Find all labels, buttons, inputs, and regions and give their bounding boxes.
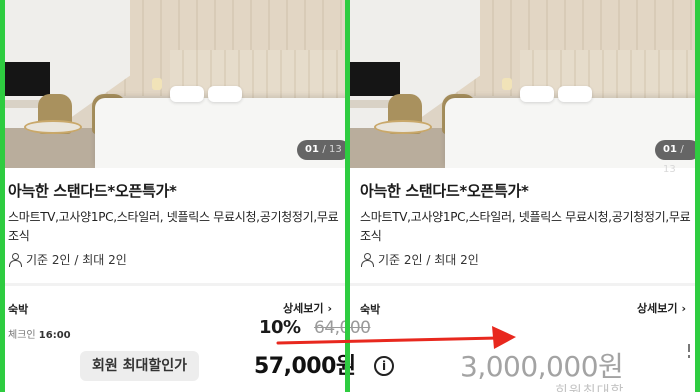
chevron-right-icon: › (681, 302, 687, 315)
final-price: 57,000원 (254, 354, 356, 379)
capacity-text: 기준 2인 / 최대 2인 (378, 253, 479, 267)
room-amenities: 스마트TV,고사양1PC,스타일러, 넷플릭스 무료시청,공기청정기,무료조식 (8, 210, 339, 243)
photo-counter: 01 / 13 (297, 140, 350, 160)
checkin-time: 16:00 (38, 330, 71, 341)
room-title[interactable]: 아늑한 스탠다드*오픈특가* (8, 180, 177, 201)
discount-rate: 10% (259, 317, 301, 338)
stay-type-label: 숙박 (360, 303, 381, 316)
person-icon (8, 253, 22, 267)
photo-counter: 01 / 13 (655, 140, 700, 175)
room-photo[interactable] (350, 0, 700, 168)
checkin-info: 체크인 16:00 (8, 326, 71, 341)
photo-counter-total: / 13 (322, 144, 342, 155)
detail-link-label: 상세보기 (283, 302, 324, 315)
chevron-right-icon: › (327, 302, 333, 315)
detail-link[interactable]: 상세보기 › (637, 300, 686, 316)
section-divider (350, 283, 700, 286)
capacity-text: 기준 2인 / 최대 2인 (26, 253, 127, 267)
cropped-label: 회원최대할 (555, 384, 625, 392)
photo-counter-current: 01 (663, 144, 677, 155)
member-discount-badge: 회원 최대할인가 (80, 351, 200, 381)
room-capacity: 기준 2인 / 최대 2인 (360, 251, 479, 268)
changed-price: 3,000,000원 (460, 350, 624, 383)
stay-type-label: 숙박 (8, 303, 29, 316)
room-capacity: 기준 2인 / 최대 2인 (8, 251, 127, 268)
checkin-label: 체크인 (8, 330, 36, 341)
photo-counter-current: 01 (305, 144, 319, 155)
room-title[interactable]: 아늑한 스탠다드*오픈특가* (360, 180, 529, 201)
detail-link-label: 상세보기 (637, 302, 678, 315)
frame-border-left (0, 0, 5, 392)
room-photo[interactable] (0, 0, 350, 168)
frame-border-divider (345, 0, 350, 392)
detail-link[interactable]: 상세보기 › (283, 300, 332, 316)
person-icon (360, 253, 374, 267)
frame-border-right (695, 0, 700, 392)
listing-card-after: 01 / 13 아늑한 스탠다드*오픈특가* 스마트TV,고사양1PC,스타일러… (350, 0, 700, 392)
section-divider (0, 283, 350, 286)
cropped-edge-mark (688, 344, 690, 358)
original-price: 64,000 (314, 318, 371, 338)
info-icon[interactable]: i (374, 356, 394, 376)
room-amenities: 스마트TV,고사양1PC,스타일러, 넷플릭스 무료시청,공기청정기,무료조식 (360, 210, 691, 243)
